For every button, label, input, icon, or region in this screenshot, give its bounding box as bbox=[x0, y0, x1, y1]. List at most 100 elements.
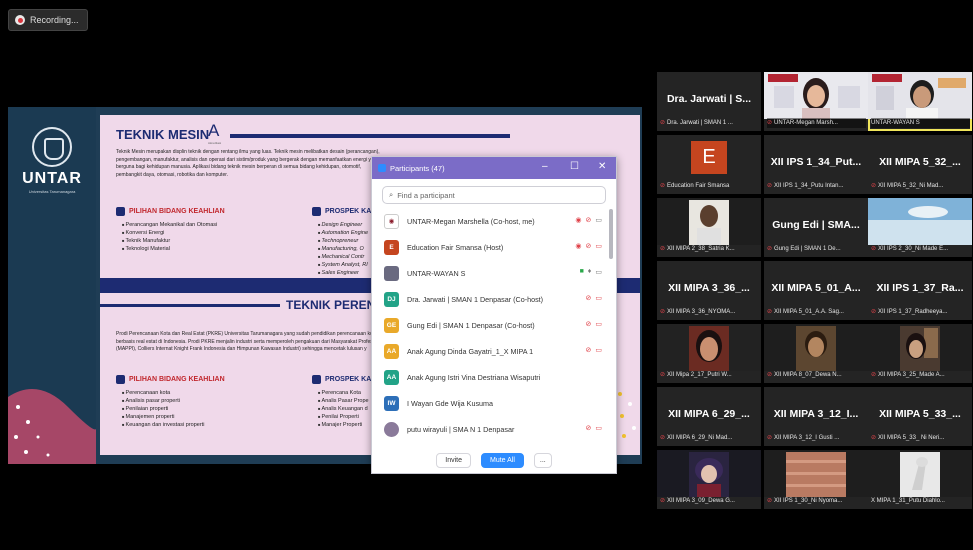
mic-muted-icon[interactable]: ⊘ bbox=[586, 242, 592, 250]
list-item: Penilai Properti bbox=[318, 413, 369, 421]
camera-off-icon[interactable]: ▭ bbox=[595, 424, 602, 432]
video-tile[interactable]: ⊘ XII MIPA 2_38_Satria K... bbox=[657, 198, 761, 257]
participant-row[interactable]: IW I Wayan Gde Wija Kusuma bbox=[372, 390, 608, 416]
participant-row[interactable]: DJ Dra. Jarwati | SMAN 1 Denpasar (Co-ho… bbox=[372, 286, 608, 312]
mic-muted-icon: ⊘ bbox=[660, 183, 666, 189]
mic-muted-icon[interactable]: ⊘ bbox=[586, 320, 592, 328]
tile-display-name: XII IPS 1_34_Put... bbox=[770, 156, 862, 168]
participants-window[interactable]: Participants (47) – ☐ ✕ ⌕ Find a partici… bbox=[371, 156, 617, 474]
section-title: PROSPEK KA bbox=[325, 208, 372, 215]
video-tile[interactable]: XII IPS 1_34_Put... ⊘ XII IPS 1_34_Putu I… bbox=[764, 135, 868, 194]
briefcase-icon bbox=[312, 375, 321, 384]
list-item: Perencanaan kota bbox=[122, 389, 204, 397]
list-item: Analis Keuangan d bbox=[318, 405, 369, 413]
mic-muted-icon[interactable]: ⊘ bbox=[586, 216, 592, 224]
video-tile[interactable]: XII MIPA 5_33_... ⊘ XII MIPA 5_33_ Ni Ner… bbox=[868, 387, 972, 446]
share-screen-icon: ■ bbox=[579, 268, 584, 275]
participant-row[interactable]: E Education Fair Smansa (Host) ◉ ⊘ ▭ bbox=[372, 234, 608, 260]
video-tile[interactable]: Dra. Jarwati | S... ⊘ Dra. Jarwati | SMAN… bbox=[657, 72, 761, 131]
mic-muted-icon[interactable]: ⊘ bbox=[586, 424, 592, 432]
participant-name: I Wayan Gde Wija Kusuma bbox=[407, 398, 494, 408]
section-prospek-karir: PROSPEK KA bbox=[312, 207, 371, 216]
mic-muted-icon: ⊘ bbox=[767, 498, 773, 504]
video-tile[interactable]: ⊘ XII Mipa 2_17_Putri W... bbox=[657, 324, 761, 383]
tile-label: ⊘ XII MIPA 8_07_Dewa N... bbox=[767, 370, 866, 380]
participant-video bbox=[868, 198, 972, 245]
tile-label: ⊘ XII MIPA 3_36_NYOMA... bbox=[660, 307, 759, 317]
video-tile[interactable]: XII MIPA 5_32_... ⊘ XII MIPA 5_32_Ni Mad.… bbox=[868, 135, 972, 194]
list-item: Technopreneur bbox=[318, 237, 368, 245]
tile-label: ⊘ XII MIPA 3_09_Dewa G... bbox=[660, 496, 759, 506]
video-tile[interactable]: XII MIPA 5_01_A... ⊘ XII MIPA 5_01_A.A. S… bbox=[764, 261, 868, 320]
participant-row[interactable]: UNTAR-WAYAN S ■ ♦ ▭ bbox=[372, 260, 608, 286]
tile-label-text: XII IPS 1_37_Radheeya... bbox=[878, 309, 948, 315]
camera-off-icon[interactable]: ▭ bbox=[595, 294, 602, 302]
video-tile[interactable]: ⊘ XII MIPA 3_25_Made A... bbox=[868, 324, 972, 383]
tile-label-text: XII MIPA 6_29_Ni Mad... bbox=[667, 435, 733, 441]
list-item: Teknik Manufaktur bbox=[122, 237, 217, 245]
participant-avatar: DJ bbox=[384, 291, 399, 307]
mic-muted-icon: ⊘ bbox=[767, 120, 773, 126]
tile-label-text: XII IPS 1_30_Ni Nyoma... bbox=[774, 498, 843, 504]
mic-muted-icon: ⊘ bbox=[767, 183, 773, 189]
participant-row[interactable]: AA Anak Agung Istri Vina Destriana Wisap… bbox=[372, 364, 608, 390]
video-tile[interactable]: ⊘ XII IPS 1_30_Ni Nyoma... bbox=[764, 450, 868, 509]
camera-off-icon[interactable]: ▭ bbox=[595, 320, 602, 328]
video-tile[interactable]: XII MIPA 3_12_I... ⊘ XII MIPA 3_12_I Gust… bbox=[764, 387, 868, 446]
mic-muted-icon[interactable]: ⊘ bbox=[586, 294, 592, 302]
participant-video bbox=[868, 450, 972, 497]
mic-muted-icon: ⊘ bbox=[660, 309, 666, 315]
maximize-icon[interactable]: ☐ bbox=[570, 161, 579, 173]
list-item: Teknologi Material bbox=[122, 245, 217, 253]
participant-avatar: IW bbox=[384, 395, 399, 411]
camera-off-icon[interactable]: ▭ bbox=[595, 346, 602, 354]
participant-video bbox=[764, 450, 868, 497]
video-tile-active-speaker[interactable]: UNTAR-WAYAN S bbox=[868, 72, 972, 131]
minimize-icon[interactable]: – bbox=[542, 161, 548, 173]
recording-indicator[interactable]: Recording... bbox=[8, 9, 88, 31]
video-tile[interactable]: Gung Edi | SMA... ⊘ Gung Edi | SMAN 1 De.… bbox=[764, 198, 868, 257]
participants-footer: Invite Mute All ... bbox=[372, 446, 616, 474]
mute-all-button[interactable]: Mute All bbox=[480, 452, 524, 468]
mic-muted-icon: ⊘ bbox=[660, 246, 666, 252]
zoom-meeting-window: Recording... UNTAR Universitas Tarumanag… bbox=[0, 0, 973, 550]
section-pilihan-bidang-2: PILIHAN BIDANG KEAHLIAN bbox=[116, 375, 225, 384]
participant-row[interactable]: AA Anak Agung Dinda Gayatri_1_X MIPA 1 ⊘… bbox=[372, 338, 608, 364]
video-tile[interactable]: E ⊘ Education Fair Smansa bbox=[657, 135, 761, 194]
participant-row[interactable]: ◉ UNTAR-Megan Marshella (Co-host, me) ◉ … bbox=[372, 208, 608, 234]
section-title: PILIHAN BIDANG KEAHLIAN bbox=[129, 376, 225, 383]
participant-video bbox=[764, 324, 868, 371]
participant-search-input[interactable]: ⌕ Find a participant bbox=[382, 186, 606, 204]
video-tile[interactable]: ⊘ XII MIPA 8_07_Dewa N... bbox=[764, 324, 868, 383]
video-tile[interactable]: XII IPS 1_37_Ra... ⊘ XII IPS 1_37_Radheey… bbox=[868, 261, 972, 320]
untar-seal-icon bbox=[32, 127, 72, 167]
video-tile[interactable]: ⊘ XII IPS 2_30_Ni Made E... bbox=[868, 198, 972, 257]
camera-icon[interactable]: ▭ bbox=[595, 268, 602, 276]
more-options-button[interactable]: ... bbox=[533, 452, 552, 468]
video-tile[interactable]: X MIPA 1_31_Putu Diahlo... bbox=[868, 450, 972, 509]
close-icon[interactable]: ✕ bbox=[598, 161, 606, 173]
participant-row[interactable]: putu wirayuli | SMA N 1 Denpasar ⊘ ▭ bbox=[372, 416, 608, 442]
mic-icon[interactable]: ♦ bbox=[588, 268, 592, 276]
record-icon bbox=[15, 15, 25, 25]
list-item: Keuangan dan investasi properti bbox=[122, 421, 205, 429]
participants-titlebar[interactable]: Participants (47) – ☐ ✕ bbox=[372, 157, 616, 179]
video-tile[interactable]: ⊘ UNTAR-Megan Marsh... bbox=[764, 72, 868, 131]
camera-off-icon[interactable]: ▭ bbox=[595, 242, 602, 250]
camera-icon[interactable]: ▭ bbox=[595, 216, 602, 224]
tile-label-text: XII MIPA 3_25_Made A... bbox=[878, 372, 945, 378]
video-tile[interactable]: XII MIPA 3_36_... ⊘ XII MIPA 3_36_NYOMA..… bbox=[657, 261, 761, 320]
participant-photo-avatar bbox=[384, 421, 399, 437]
mic-muted-icon[interactable]: ⊘ bbox=[586, 346, 592, 354]
tile-label-text: XII MIPA 5_01_A.A. Sag... bbox=[774, 309, 844, 315]
invite-button[interactable]: Invite bbox=[436, 452, 471, 468]
video-tile[interactable]: ⊘ XII MIPA 3_09_Dewa G... bbox=[657, 450, 761, 509]
participant-row[interactable]: GE Gung Edi | SMAN 1 Denpasar (Co-host) … bbox=[372, 312, 608, 338]
video-tile[interactable]: XII MIPA 6_29_... ⊘ XII MIPA 6_29_Ni Mad.… bbox=[657, 387, 761, 446]
tile-label-text: XII IPS 2_30_Ni Made E... bbox=[878, 246, 949, 252]
tile-display-name: XII MIPA 3_12_I... bbox=[773, 408, 859, 420]
search-icon: ⌕ bbox=[389, 190, 394, 199]
participant-list-scrollbar[interactable] bbox=[609, 209, 613, 259]
prospek-list-2: Perencana Kota Analis Pasar Prope Analis… bbox=[318, 389, 369, 429]
participant-name: putu wirayuli | SMA N 1 Denpasar bbox=[407, 424, 515, 434]
